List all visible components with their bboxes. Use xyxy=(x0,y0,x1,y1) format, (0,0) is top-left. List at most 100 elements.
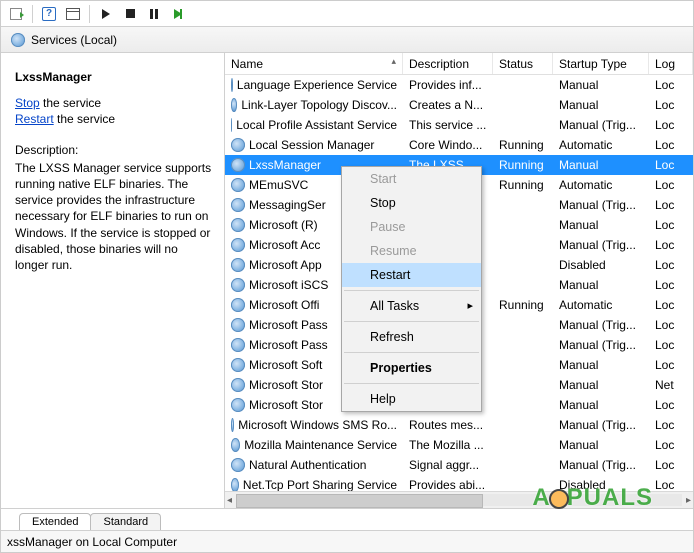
service-icon xyxy=(231,238,245,252)
description-label: Description: xyxy=(15,142,214,158)
menu-pause[interactable]: Pause xyxy=(342,215,481,239)
toolbar: ? xyxy=(1,1,693,27)
cell-status: Running xyxy=(493,298,553,312)
table-row[interactable]: Link-Layer Topology Discov... Creates a N… xyxy=(225,95,693,115)
stop-link[interactable]: Stop xyxy=(15,96,40,110)
tab-standard[interactable]: Standard xyxy=(90,513,161,530)
cell-logon: Loc xyxy=(649,438,693,452)
calendar-button[interactable] xyxy=(62,3,84,25)
column-log-on-as[interactable]: Log xyxy=(649,53,693,74)
service-icon xyxy=(231,178,245,192)
menu-stop[interactable]: Stop xyxy=(342,191,481,215)
cell-logon: Loc xyxy=(649,298,693,312)
cell-status: Running xyxy=(493,178,553,192)
service-icon xyxy=(231,98,237,112)
table-row[interactable]: Microsoft Windows SMS Ro...Routes mes...… xyxy=(225,415,693,435)
column-headers: Name Description Status Startup Type Log xyxy=(225,53,693,75)
scroll-right-icon[interactable]: ▸ xyxy=(686,495,691,506)
cell-startup: Disabled xyxy=(553,478,649,492)
service-icon xyxy=(231,478,239,492)
cell-startup: Manual (Trig... xyxy=(553,418,649,432)
table-row[interactable]: Mozilla Maintenance ServiceThe Mozilla .… xyxy=(225,435,693,455)
cell-logon: Loc xyxy=(649,418,693,432)
column-startup-type[interactable]: Startup Type xyxy=(553,53,649,74)
service-name: LxssManager xyxy=(249,158,321,172)
service-icon xyxy=(231,458,245,472)
menu-start[interactable]: Start xyxy=(342,167,481,191)
cell-name: Mozilla Maintenance Service xyxy=(225,438,403,452)
service-name: Microsoft Pass xyxy=(249,318,328,332)
service-icon xyxy=(231,438,240,452)
horizontal-scrollbar[interactable]: ◂ ▸ xyxy=(225,491,693,508)
service-icon xyxy=(231,158,245,172)
service-name: Net.Tcp Port Sharing Service xyxy=(243,478,397,492)
cell-description: Creates a N... xyxy=(403,98,493,112)
stop-service-button[interactable] xyxy=(119,3,141,25)
cell-startup: Manual xyxy=(553,358,649,372)
service-name: Local Session Manager xyxy=(249,138,374,152)
menu-help[interactable]: Help xyxy=(342,387,481,411)
service-icon xyxy=(231,138,245,152)
scrollbar-track[interactable] xyxy=(236,494,682,506)
table-row[interactable]: Local Session ManagerCore Windo...Runnin… xyxy=(225,135,693,155)
column-status[interactable]: Status xyxy=(493,53,553,74)
cell-startup: Disabled xyxy=(553,258,649,272)
column-description[interactable]: Description xyxy=(403,53,493,74)
cell-name: Microsoft Windows SMS Ro... xyxy=(225,418,403,432)
pause-service-button[interactable] xyxy=(143,3,165,25)
service-name: Microsoft Stor xyxy=(249,378,323,392)
service-icon xyxy=(231,398,245,412)
table-row[interactable]: Natural AuthenticationSignal aggr...Manu… xyxy=(225,455,693,475)
cell-status: Running xyxy=(493,138,553,152)
service-icon xyxy=(231,378,245,392)
service-name: Microsoft iSCS xyxy=(249,278,328,292)
toolbar-separator xyxy=(89,5,90,23)
selected-service-title: LxssManager xyxy=(15,69,214,85)
cell-description: Provides abi... xyxy=(403,478,493,492)
menu-properties[interactable]: Properties xyxy=(342,356,481,380)
cell-startup: Manual xyxy=(553,398,649,412)
service-icon xyxy=(231,218,245,232)
menu-separator xyxy=(344,383,479,384)
service-name: Link-Layer Topology Discov... xyxy=(241,98,397,112)
cell-startup: Automatic xyxy=(553,138,649,152)
cell-startup: Manual xyxy=(553,218,649,232)
cell-startup: Manual xyxy=(553,158,649,172)
restart-link[interactable]: Restart xyxy=(15,112,54,126)
cell-logon: Loc xyxy=(649,278,693,292)
tab-extended[interactable]: Extended xyxy=(19,513,91,530)
cell-logon: Loc xyxy=(649,218,693,232)
export-list-button[interactable] xyxy=(5,3,27,25)
cell-logon: Loc xyxy=(649,78,693,92)
cell-startup: Manual xyxy=(553,438,649,452)
menu-resume[interactable]: Resume xyxy=(342,239,481,263)
menu-all-tasks[interactable]: All Tasks xyxy=(342,294,481,318)
cell-logon: Loc xyxy=(649,198,693,212)
service-icon xyxy=(231,358,245,372)
table-row[interactable]: Local Profile Assistant ServiceThis serv… xyxy=(225,115,693,135)
service-name: MEmuSVC xyxy=(249,178,308,192)
service-icon xyxy=(231,418,234,432)
cell-description: Provides inf... xyxy=(403,78,493,92)
cell-startup: Manual xyxy=(553,98,649,112)
scroll-left-icon[interactable]: ◂ xyxy=(227,495,232,506)
cell-startup: Manual (Trig... xyxy=(553,238,649,252)
service-name: Microsoft App xyxy=(249,258,322,272)
service-icon xyxy=(231,298,245,312)
cell-name: Link-Layer Topology Discov... xyxy=(225,98,403,112)
help-button[interactable]: ? xyxy=(38,3,60,25)
restart-service-line: Restart the service xyxy=(15,111,214,127)
cell-logon: Loc xyxy=(649,178,693,192)
column-name[interactable]: Name xyxy=(225,53,403,74)
cell-logon: Loc xyxy=(649,318,693,332)
cell-startup: Manual (Trig... xyxy=(553,118,649,132)
restart-service-button[interactable] xyxy=(167,3,189,25)
menu-refresh[interactable]: Refresh xyxy=(342,325,481,349)
table-row[interactable]: Language Experience ServiceProvides inf.… xyxy=(225,75,693,95)
status-text: xssManager on Local Computer xyxy=(7,535,177,549)
start-service-button[interactable] xyxy=(95,3,117,25)
toolbar-separator xyxy=(32,5,33,23)
menu-restart[interactable]: Restart xyxy=(342,263,481,287)
cell-description: This service ... xyxy=(403,118,493,132)
view-title: Services (Local) xyxy=(31,33,117,47)
